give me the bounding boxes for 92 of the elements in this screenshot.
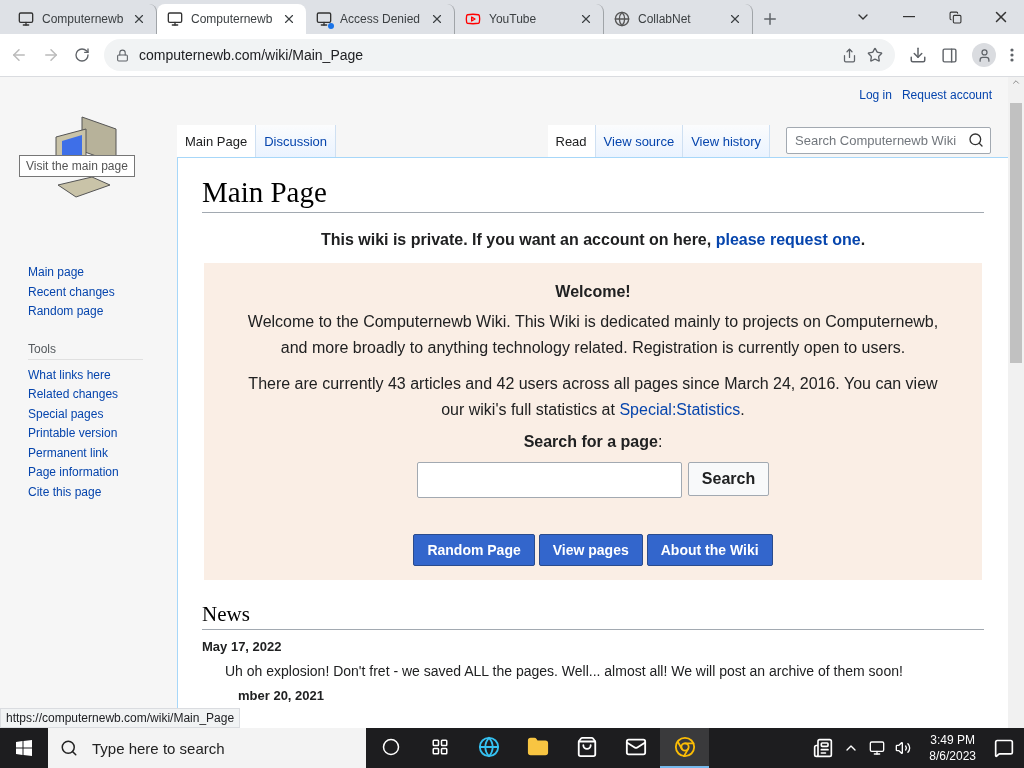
- status-url: https://computernewb.com/wiki/Main_Page: [0, 708, 241, 728]
- url-text: computernewb.com/wiki/Main_Page: [139, 47, 365, 63]
- arrow-right-icon: [42, 46, 60, 64]
- action-button[interactable]: Random Page: [413, 534, 535, 566]
- close-icon[interactable]: [430, 12, 444, 26]
- close-icon[interactable]: [579, 12, 593, 26]
- minimize-icon: [903, 16, 915, 18]
- close-icon[interactable]: [728, 12, 742, 26]
- search-icon[interactable]: [968, 132, 984, 148]
- tab-title: YouTube: [489, 12, 538, 26]
- side-panel-button[interactable]: [941, 46, 958, 64]
- browser-tab[interactable]: YouTube: [455, 4, 604, 34]
- account-link[interactable]: Request account: [901, 88, 992, 125]
- profile-button[interactable]: [972, 43, 996, 67]
- computer-icon: [316, 11, 332, 27]
- tab-title: CollabNet: [638, 12, 692, 26]
- section-heading: News: [202, 602, 984, 630]
- page-title: Main Page: [202, 176, 984, 213]
- taskbar-search[interactable]: Type here to search: [48, 728, 366, 768]
- download-icon: [909, 46, 927, 64]
- search-button[interactable]: Search: [687, 462, 770, 496]
- shopping-bag-icon: [575, 736, 598, 758]
- action-button[interactable]: View pages: [538, 534, 643, 566]
- tools-heading: Tools: [28, 341, 143, 360]
- news-text: Uh oh explosion! Don't fret - we saved ALL the pages. Well... almost all! We will post an archive of them soon!: [225, 663, 904, 679]
- download-button[interactable]: [909, 46, 927, 64]
- tools-link[interactable]: What links here: [28, 367, 177, 383]
- nav-link[interactable]: Main page: [28, 265, 177, 281]
- news-date: May 17, 2022: [202, 639, 283, 654]
- page-tab[interactable]: Main Page: [177, 125, 257, 157]
- taskbar-app[interactable]: [660, 728, 709, 768]
- search-input[interactable]: [416, 462, 682, 498]
- request-link[interactable]: please request one: [715, 231, 861, 248]
- browser-tab[interactable]: Access Denied: [306, 4, 455, 34]
- tab-title: Computernewb: [42, 12, 124, 26]
- computer-icon: [18, 11, 34, 27]
- search-icon: [60, 739, 78, 757]
- reload-icon: [74, 47, 90, 63]
- browser-tab[interactable]: Computernewb: [157, 4, 306, 34]
- page-tab[interactable]: Discussion: [256, 125, 336, 157]
- folder-icon: [526, 736, 549, 758]
- stats-text: There are currently 43 articles and 42 users across all pages since March 24, 2016. You can view our wiki's full statistics at Special:Statistics.: [247, 374, 939, 420]
- address-bar[interactable]: computernewb.com/wiki/Main_Page: [104, 39, 895, 71]
- mail-icon: [624, 736, 647, 758]
- search-input[interactable]: Type here to search: [90, 738, 354, 758]
- tools-link[interactable]: Page information: [28, 465, 177, 481]
- close-icon[interactable]: [282, 12, 296, 26]
- volume-icon[interactable]: [895, 740, 912, 756]
- play-icon: [465, 11, 481, 27]
- account-link[interactable]: Log in: [859, 88, 892, 125]
- globe-icon: [614, 11, 630, 27]
- browser-tab[interactable]: CollabNet: [604, 4, 753, 34]
- notification-icon[interactable]: [994, 738, 1014, 758]
- plus-icon: [761, 10, 779, 28]
- side-panel-icon: [941, 46, 958, 64]
- news-date: mber 20, 2021: [238, 688, 325, 703]
- search-field[interactable]: Search Computernewb Wiki: [786, 126, 991, 154]
- task-view-icon: [430, 738, 449, 756]
- tools-link[interactable]: Printable version: [28, 426, 177, 442]
- nav-link[interactable]: Random page: [28, 304, 177, 320]
- tab-title: Computernewb: [191, 12, 274, 26]
- clock[interactable]: 3:49 PM 8/6/2023: [929, 732, 976, 764]
- statistics-link[interactable]: Special:Statistics: [619, 401, 741, 418]
- restore-icon: [948, 10, 962, 24]
- news-icon[interactable]: [813, 738, 834, 758]
- lock-icon: [116, 48, 129, 62]
- welcome-heading: Welcome!: [555, 283, 631, 301]
- view-tab[interactable]: Read: [547, 125, 596, 157]
- nav-link[interactable]: Recent changes: [28, 284, 177, 300]
- search-label: Search for a page:: [523, 433, 663, 451]
- tools-link[interactable]: Special pages: [28, 406, 177, 422]
- close-icon[interactable]: [132, 12, 146, 26]
- menu-icon: [1010, 48, 1014, 62]
- menu-button[interactable]: [1010, 48, 1014, 62]
- view-tab[interactable]: View source: [595, 125, 684, 157]
- action-button[interactable]: About the Wiki: [646, 534, 773, 566]
- reload-button[interactable]: [74, 47, 90, 63]
- intro-text: Welcome to the Computernewb Wiki. This Wiki is dedicated mainly to projects on Computernewb, and more broadly to anything technology related. Registration is currently open to users.: [246, 312, 940, 358]
- computer-icon: [167, 11, 183, 27]
- tab-title: Access Denied: [340, 12, 422, 26]
- tools-link[interactable]: Permanent link: [28, 445, 177, 461]
- person-icon: [976, 47, 992, 63]
- tools-link[interactable]: Cite this page: [28, 484, 177, 500]
- view-tab[interactable]: View history: [683, 125, 770, 157]
- windows-icon: [16, 740, 32, 756]
- notice-text: This wiki is private. If you want an account on here, please request one.: [319, 231, 867, 249]
- tooltip: Visit the main page: [19, 155, 135, 177]
- scroll-thumb[interactable]: [1010, 103, 1022, 363]
- circle-icon: [381, 738, 400, 756]
- star-icon[interactable]: [867, 47, 883, 63]
- share-icon[interactable]: [842, 47, 857, 63]
- tools-link[interactable]: Related changes: [28, 387, 177, 403]
